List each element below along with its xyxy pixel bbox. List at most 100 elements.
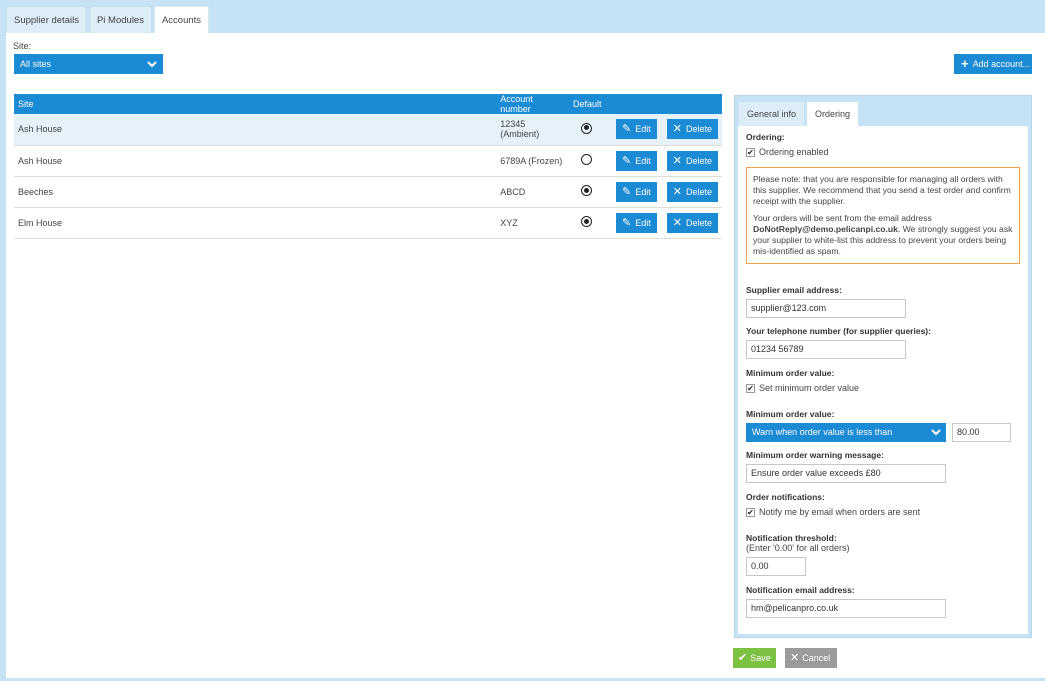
row-actions: ✎ Edit ✕ Delete — [609, 145, 722, 177]
supplier-email-label: Supplier email address: — [746, 285, 842, 295]
supplier-email-field[interactable]: supplier@123.com — [746, 299, 906, 318]
side-tabs: General info Ordering — [739, 102, 859, 127]
warning-msg-field[interactable]: Ensure order value exceeds £80 — [746, 464, 946, 483]
save-button[interactable]: ✔ Save — [733, 648, 776, 668]
notify-email-group: Notification email address: hm@pelicanpr… — [746, 585, 946, 618]
threshold-hint: (Enter '0.00' for all orders) — [746, 543, 850, 553]
table-row[interactable]: Ash House 6789A (Frozen) ✎ Edit ✕ Delete — [14, 145, 722, 177]
site-select[interactable]: All sites — [14, 54, 163, 74]
edit-button[interactable]: ✎ Edit — [616, 181, 657, 202]
chevron-down-icon — [147, 61, 157, 68]
pencil-icon: ✎ — [622, 216, 632, 229]
threshold-group: Notification threshold: (Enter '0.00' fo… — [746, 533, 849, 576]
top-tabs: Supplier details Pi Modules Accounts — [6, 6, 210, 34]
add-account-button[interactable]: + Add account... — [954, 54, 1032, 74]
chevron-down-icon — [931, 429, 941, 436]
ordering-note: Please note: that you are responsible fo… — [746, 167, 1020, 264]
tab-pi-modules[interactable]: Pi Modules — [88, 6, 152, 33]
pencil-icon: ✎ — [622, 154, 632, 167]
default-radio[interactable] — [581, 122, 593, 134]
default-radio[interactable] — [581, 216, 593, 227]
edit-label: Edit — [635, 124, 651, 135]
add-account-label: Add account... — [972, 59, 1031, 69]
site-select-value: All sites — [20, 59, 52, 69]
table-row[interactable]: Ash House 12345 (Ambient) ✎ Edit ✕ Delete — [14, 114, 722, 146]
cancel-button[interactable]: ✕ Cancel — [785, 648, 837, 668]
tab-general-info[interactable]: General info — [739, 102, 805, 126]
telephone-field[interactable]: 01234 56789 — [746, 340, 906, 359]
supplier-email-group: Supplier email address: supplier@123.com — [746, 285, 906, 318]
note-p2-pre: Your orders will be sent from the email … — [753, 213, 932, 223]
close-icon: ✕ — [672, 216, 682, 229]
default-radio[interactable] — [581, 154, 593, 165]
notify-checkbox[interactable]: ✔ Notify me by email when orders are sen… — [746, 507, 920, 517]
default-radio[interactable] — [581, 185, 593, 196]
col-account-number: Account number — [496, 94, 570, 114]
min-value-group: Minimum order value: Warn when order val… — [746, 409, 1011, 442]
col-actions — [609, 94, 722, 114]
table-row[interactable]: Beeches ABCD ✎ Edit ✕ Delete — [14, 176, 722, 208]
plus-icon: + — [961, 56, 969, 71]
edit-label: Edit — [635, 186, 651, 197]
tab-accounts[interactable]: Accounts — [153, 6, 210, 34]
notifications-label: Order notifications: — [746, 492, 825, 502]
warning-msg-label: Minimum order warning message: — [746, 450, 884, 460]
row-default — [569, 114, 610, 146]
row-default — [569, 176, 610, 208]
threshold-label: Notification threshold: — [746, 533, 837, 543]
close-icon: ✕ — [672, 154, 682, 167]
row-actions: ✎ Edit ✕ Delete — [609, 114, 722, 146]
tab-supplier-details[interactable]: Supplier details — [6, 6, 87, 33]
delete-button[interactable]: ✕ Delete — [666, 181, 718, 202]
set-min-order-checkbox[interactable]: ✔ Set minimum order value — [746, 383, 859, 393]
row-actions: ✎ Edit ✕ Delete — [609, 176, 722, 208]
col-site: Site — [14, 94, 497, 114]
delete-label: Delete — [685, 217, 712, 228]
check-icon: ✔ — [746, 383, 755, 393]
note-paragraph-2: Your orders will be sent from the email … — [753, 213, 1013, 257]
telephone-label: Your telephone number (for supplier quer… — [746, 326, 931, 336]
threshold-field[interactable]: 0.00 — [746, 557, 806, 576]
row-account-number: 12345 (Ambient) — [496, 114, 570, 146]
col-default: Default — [569, 94, 610, 114]
tab-ordering[interactable]: Ordering — [807, 102, 859, 127]
min-value-field[interactable]: 80.00 — [952, 423, 1011, 442]
note-paragraph-1: Please note: that you are responsible fo… — [753, 174, 1011, 206]
delete-button[interactable]: ✕ Delete — [666, 212, 718, 233]
delete-label: Delete — [685, 186, 712, 197]
edit-label: Edit — [635, 155, 651, 166]
site-label: Site: — [13, 41, 32, 51]
row-site: Ash House — [14, 145, 497, 177]
delete-button[interactable]: ✕ Delete — [666, 150, 718, 171]
row-site: Ash House — [14, 114, 497, 146]
row-default — [569, 207, 610, 239]
check-icon: ✔ — [746, 147, 755, 157]
accounts-table: Site Account number Default Ash House 123… — [14, 94, 722, 239]
row-site: Elm House — [14, 207, 497, 239]
row-default — [569, 145, 610, 177]
min-order-mode-select[interactable]: Warn when order value is less than — [746, 423, 946, 442]
note-email: DoNotReply@demo.pelicanpi.co.uk — [753, 224, 898, 234]
notifications-group: Order notifications: ✔ Notify me by emai… — [746, 492, 920, 517]
close-icon: ✕ — [672, 123, 682, 136]
row-site: Beeches — [14, 176, 497, 208]
notify-email-field[interactable]: hm@pelicanpro.co.uk — [746, 599, 946, 618]
ordering-enabled-checkbox[interactable]: ✔ Ordering enabled — [746, 147, 1020, 157]
min-order-label: Minimum order value: — [746, 368, 835, 378]
min-value-label: Minimum order value: — [746, 409, 835, 419]
close-icon: ✕ — [672, 185, 682, 198]
account-detail-panel: General info Ordering Ordering: ✔ Orderi… — [734, 95, 1032, 638]
row-account-number: 6789A (Frozen) — [496, 145, 570, 177]
telephone-group: Your telephone number (for supplier quer… — [746, 326, 931, 359]
edit-button[interactable]: ✎ Edit — [616, 119, 657, 140]
delete-button[interactable]: ✕ Delete — [666, 119, 718, 140]
save-label: Save — [750, 653, 771, 663]
table-row[interactable]: Elm House XYZ ✎ Edit ✕ Delete — [14, 207, 722, 239]
accounts-content: Site: All sites + Add account... Site Acc… — [6, 33, 1045, 678]
edit-button[interactable]: ✎ Edit — [616, 212, 657, 233]
pencil-icon: ✎ — [622, 185, 632, 198]
row-account-number: ABCD — [496, 176, 570, 208]
delete-label: Delete — [685, 124, 712, 135]
edit-button[interactable]: ✎ Edit — [616, 150, 657, 171]
notify-label: Notify me by email when orders are sent — [759, 507, 921, 517]
